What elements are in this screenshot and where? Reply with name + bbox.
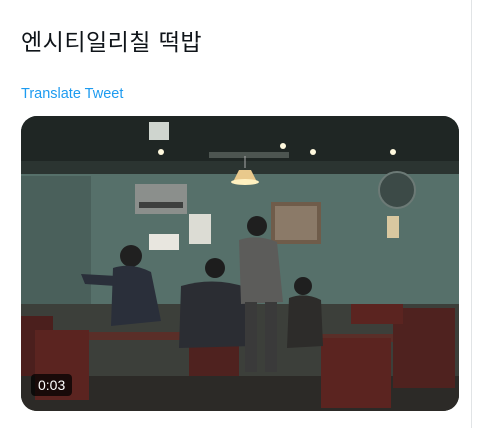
tweet-text: 엔시티일리칠 떡밥	[21, 30, 203, 56]
video-thumbnail	[21, 116, 459, 411]
video-player[interactable]	[21, 116, 459, 411]
video-duration-badge: 0:03	[31, 374, 73, 396]
translate-tweet-link[interactable]: Translate Tweet	[21, 86, 123, 102]
scrollbar-track[interactable]	[471, 0, 472, 428]
